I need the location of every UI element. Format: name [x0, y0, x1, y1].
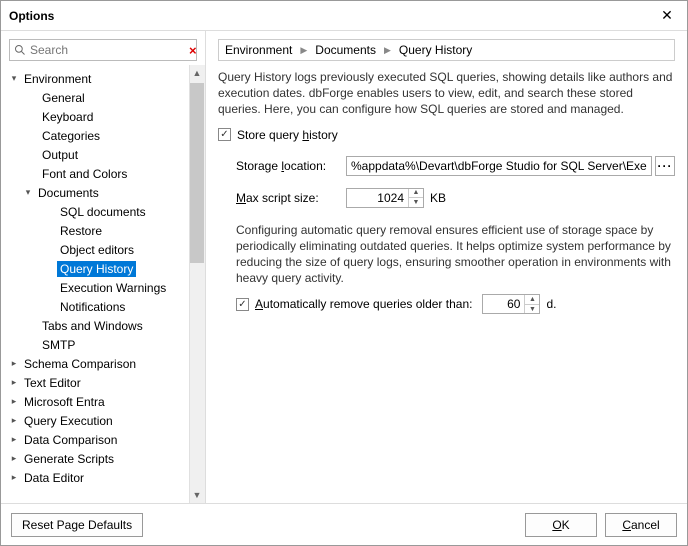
- tree-text-editor[interactable]: ▸Text Editor: [1, 373, 205, 392]
- browse-button[interactable]: ···: [655, 156, 675, 176]
- search-box[interactable]: ×: [9, 39, 197, 61]
- tree-object-editors[interactable]: Object editors: [1, 240, 205, 259]
- tree-output[interactable]: Output: [1, 145, 205, 164]
- auto-remove-days-input[interactable]: 60 ▲▼: [482, 294, 540, 314]
- close-icon[interactable]: ✕: [655, 4, 679, 28]
- storage-location-label: Storage location:: [236, 159, 346, 173]
- tree-data-editor[interactable]: ▸Data Editor: [1, 468, 205, 487]
- tree-notifications[interactable]: Notifications: [1, 297, 205, 316]
- tree-query-exec[interactable]: ▸Query Execution: [1, 411, 205, 430]
- crumb-environment[interactable]: Environment: [225, 43, 292, 57]
- max-script-unit: KB: [430, 191, 446, 205]
- chevron-right-icon: ▶: [380, 45, 395, 56]
- spin-down-icon[interactable]: ▼: [409, 198, 423, 207]
- page-description: Query History logs previously executed S…: [218, 69, 675, 118]
- tree-tabs-windows[interactable]: Tabs and Windows: [1, 316, 205, 335]
- tree-fonts[interactable]: Font and Colors: [1, 164, 205, 183]
- tree-schema-comp[interactable]: ▸Schema Comparison: [1, 354, 205, 373]
- breadcrumb: Environment ▶ Documents ▶ Query History: [218, 39, 675, 61]
- spin-up-icon[interactable]: ▲: [525, 295, 539, 305]
- auto-remove-checkbox[interactable]: ✓: [236, 298, 249, 311]
- search-icon: [14, 44, 26, 56]
- chevron-right-icon: ▶: [296, 45, 311, 56]
- store-history-label: Store query history: [237, 128, 338, 142]
- search-input[interactable]: [26, 43, 189, 57]
- auto-remove-label: Automatically remove queries older than:: [255, 297, 472, 311]
- tree-smtp[interactable]: SMTP: [1, 335, 205, 354]
- nav-tree: ▾Environment General Keyboard Categories…: [1, 69, 205, 487]
- crumb-documents[interactable]: Documents: [315, 43, 376, 57]
- tree-gen-scripts[interactable]: ▸Generate Scripts: [1, 449, 205, 468]
- tree-query-history[interactable]: Query History: [1, 259, 205, 278]
- tree-scrollbar[interactable]: ▲ ▼: [189, 65, 205, 503]
- ok-button[interactable]: OK: [525, 513, 597, 537]
- tree-sql-docs[interactable]: SQL documents: [1, 202, 205, 221]
- store-history-checkbox[interactable]: ✓: [218, 128, 231, 141]
- crumb-query-history[interactable]: Query History: [399, 43, 472, 57]
- auto-remove-unit: d.: [546, 297, 556, 311]
- storage-location-input[interactable]: %appdata%\Devart\dbForge Studio for SQL …: [346, 156, 652, 176]
- tree-general[interactable]: General: [1, 88, 205, 107]
- spin-up-icon[interactable]: ▲: [409, 189, 423, 199]
- tree-ms-entra[interactable]: ▸Microsoft Entra: [1, 392, 205, 411]
- spin-down-icon[interactable]: ▼: [525, 305, 539, 314]
- scroll-thumb[interactable]: [190, 83, 204, 263]
- scroll-up-icon[interactable]: ▲: [189, 65, 205, 81]
- tree-exec-warnings[interactable]: Execution Warnings: [1, 278, 205, 297]
- clear-search-icon[interactable]: ×: [189, 43, 197, 58]
- scroll-down-icon[interactable]: ▼: [189, 487, 205, 503]
- tree-categories[interactable]: Categories: [1, 126, 205, 145]
- window-title: Options: [9, 9, 655, 23]
- tree-data-comp[interactable]: ▸Data Comparison: [1, 430, 205, 449]
- tree-keyboard[interactable]: Keyboard: [1, 107, 205, 126]
- tree-restore[interactable]: Restore: [1, 221, 205, 240]
- cancel-button[interactable]: Cancel: [605, 513, 677, 537]
- tree-environment[interactable]: ▾Environment: [1, 69, 205, 88]
- max-script-size-label: Max script size:: [236, 191, 346, 205]
- auto-remove-description: Configuring automatic query removal ensu…: [236, 222, 675, 287]
- tree-documents[interactable]: ▾Documents: [1, 183, 205, 202]
- max-script-size-input[interactable]: 1024 ▲▼: [346, 188, 424, 208]
- reset-defaults-button[interactable]: Reset Page Defaults: [11, 513, 143, 537]
